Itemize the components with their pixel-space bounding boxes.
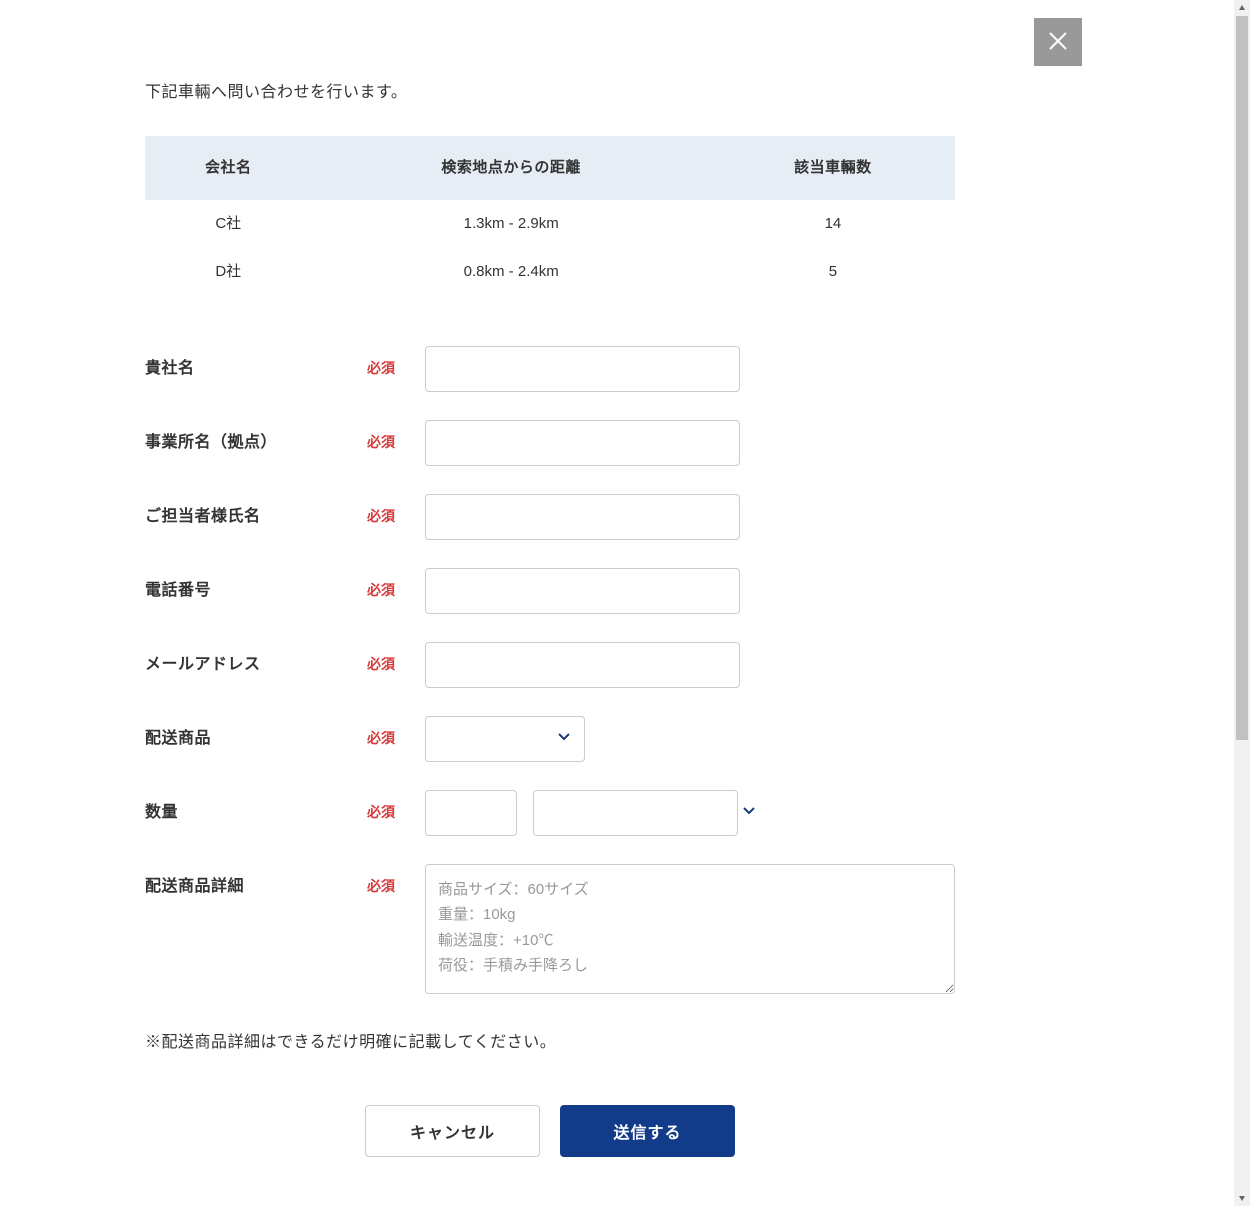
quantity-unit-select[interactable] [533,790,738,836]
table-cell-distance: 1.3km - 2.9km [312,200,711,248]
table-header-company: 会社名 [145,136,312,200]
cancel-button[interactable]: キャンセル [365,1105,540,1157]
intro-text: 下記車輛へ問い合わせを行います。 [145,80,955,106]
product-label: 配送商品 [145,726,211,752]
required-tag: 必須 [367,505,395,527]
email-label: メールアドレス [145,652,261,678]
phone-label: 電話番号 [145,578,211,604]
chevron-down-icon [742,804,756,821]
scrollbar-down-icon[interactable] [1234,1190,1250,1206]
table-cell-company: D社 [145,248,312,296]
scrollbar-thumb[interactable] [1236,16,1248,740]
details-label: 配送商品詳細 [145,874,244,900]
summary-table: 会社名 検索地点からの距離 該当車輛数 C社 1.3km - 2.9km 14 … [145,136,955,296]
phone-input[interactable] [425,568,740,614]
required-tag: 必須 [367,357,395,379]
required-tag: 必須 [367,579,395,601]
table-header-distance: 検索地点からの距離 [312,136,711,200]
scrollbar-up-icon[interactable] [1234,0,1250,16]
product-select[interactable] [425,716,585,762]
close-button[interactable] [1034,18,1082,66]
submit-button[interactable]: 送信する [560,1105,735,1157]
required-tag: 必須 [367,431,395,453]
table-row: C社 1.3km - 2.9km 14 [145,200,955,248]
table-header-count: 該当車輛数 [711,136,955,200]
note-text: ※配送商品詳細はできるだけ明確に記載してください。 [145,1030,955,1056]
scrollbar[interactable] [1234,0,1250,1206]
required-tag: 必須 [367,727,395,749]
contact-name-label: ご担当者様氏名 [145,504,261,530]
branch-name-label: 事業所名（拠点） [145,430,277,456]
table-cell-count: 14 [711,200,955,248]
company-name-label: 貴社名 [145,356,195,382]
details-textarea[interactable] [425,864,955,994]
contact-name-input[interactable] [425,494,740,540]
email-input[interactable] [425,642,740,688]
table-cell-distance: 0.8km - 2.4km [312,248,711,296]
branch-name-input[interactable] [425,420,740,466]
required-tag: 必須 [367,875,395,897]
quantity-input[interactable] [425,790,517,836]
close-icon [1046,29,1070,56]
table-row: D社 0.8km - 2.4km 5 [145,248,955,296]
required-tag: 必須 [367,801,395,823]
table-cell-company: C社 [145,200,312,248]
required-tag: 必須 [367,653,395,675]
quantity-label: 数量 [145,800,178,826]
company-name-input[interactable] [425,346,740,392]
table-cell-count: 5 [711,248,955,296]
